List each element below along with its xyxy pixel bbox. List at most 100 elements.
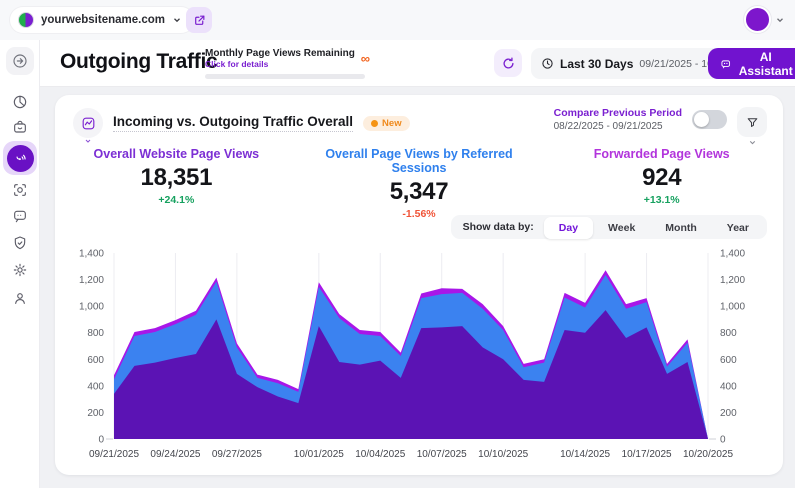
sidebar <box>0 40 40 488</box>
svg-text:1,000: 1,000 <box>79 302 104 313</box>
sidebar-item-outgoing-traffic[interactable] <box>3 141 37 175</box>
svg-text:1,400: 1,400 <box>720 249 745 260</box>
svg-text:800: 800 <box>87 328 104 339</box>
topbar: yourwebsitename.com <box>0 0 795 40</box>
sidebar-expand-icon <box>12 53 28 69</box>
svg-text:10/01/2025: 10/01/2025 <box>294 449 344 460</box>
open-external-icon <box>193 14 206 27</box>
quota-details-link[interactable]: Click for details <box>205 59 370 69</box>
svg-text:09/24/2025: 09/24/2025 <box>150 449 200 460</box>
page-title: Outgoing Traffic <box>60 50 217 74</box>
infinity-icon: ∞ <box>361 52 370 65</box>
website-name: yourwebsitename.com <box>41 14 165 26</box>
stat-delta: +13.1% <box>540 194 783 206</box>
sidebar-item-chat[interactable] <box>6 202 34 230</box>
range-label: Last 30 Days <box>560 57 633 71</box>
svg-text:800: 800 <box>720 328 737 339</box>
filter-control <box>737 107 767 147</box>
new-badge-label: New <box>382 118 402 129</box>
sidebar-item-scan[interactable] <box>6 176 34 204</box>
activity-chart-icon[interactable] <box>73 108 103 138</box>
stat-overall-page-views: Overall Website Page Views 18,351 +24.1% <box>55 147 298 220</box>
quota-widget: Monthly Page Views Remaining Click for d… <box>205 48 370 79</box>
svg-text:09/27/2025: 09/27/2025 <box>212 449 262 460</box>
svg-text:200: 200 <box>720 408 737 419</box>
ai-assistant-label: AI Assistant <box>737 50 794 78</box>
svg-text:10/20/2025: 10/20/2025 <box>683 449 733 460</box>
toggle-knob <box>694 112 709 127</box>
open-external-button[interactable] <box>186 7 212 33</box>
sidebar-item-analytics[interactable] <box>6 88 34 116</box>
svg-text:0: 0 <box>98 435 104 446</box>
filter-funnel-icon <box>746 116 759 129</box>
stat-label: Overall Website Page Views <box>55 147 298 161</box>
sidebar-toggle-button[interactable] <box>6 47 34 75</box>
svg-text:400: 400 <box>720 381 737 392</box>
svg-text:10/10/2025: 10/10/2025 <box>478 449 528 460</box>
refresh-icon <box>501 56 516 71</box>
refresh-button[interactable] <box>494 49 522 77</box>
svg-text:0: 0 <box>720 435 726 446</box>
svg-text:1,200: 1,200 <box>79 275 104 286</box>
segment-week[interactable]: Week <box>593 217 650 239</box>
clock-icon <box>541 57 554 70</box>
content-area: Incoming vs. Outgoing Traffic Overall Ne… <box>40 87 795 488</box>
chevron-down-icon[interactable] <box>775 15 785 25</box>
outgoing-traffic-broadcast-icon <box>7 145 34 172</box>
svg-text:1,400: 1,400 <box>79 249 104 260</box>
sidebar-item-settings[interactable] <box>6 256 34 284</box>
compare-toggle[interactable] <box>692 110 727 129</box>
filter-button[interactable] <box>737 107 767 137</box>
quota-title: Monthly Page Views Remaining <box>205 48 370 59</box>
traffic-overview-card: Incoming vs. Outgoing Traffic Overall Ne… <box>55 95 783 475</box>
sidebar-item-account[interactable] <box>6 284 34 312</box>
analytics-pie-icon <box>12 94 28 110</box>
stat-value: 924 <box>540 164 783 192</box>
svg-text:10/17/2025: 10/17/2025 <box>622 449 672 460</box>
svg-text:1,000: 1,000 <box>720 302 745 313</box>
website-selector[interactable]: yourwebsitename.com <box>10 7 194 33</box>
ai-chat-icon <box>720 57 731 71</box>
quota-progress-bar <box>205 74 365 79</box>
svg-text:600: 600 <box>720 355 737 366</box>
svg-text:600: 600 <box>87 355 104 366</box>
site-logo-icon <box>18 12 34 28</box>
traffic-area-chart: 002002004004006006008008001,0001,0001,20… <box>66 245 772 471</box>
stat-value: 18,351 <box>55 164 298 192</box>
new-badge-dot-icon <box>371 120 378 127</box>
show-data-by-label: Show data by: <box>454 221 544 233</box>
show-data-by-control: Show data by: DayWeekMonthYear <box>451 215 767 239</box>
chat-bubble-icon <box>12 208 28 224</box>
segment-day[interactable]: Day <box>544 217 593 239</box>
account-person-icon <box>12 290 28 306</box>
stat-forwarded-page-views: Forwarded Page Views 924 +13.1% <box>540 147 783 220</box>
chevron-down-icon <box>172 15 182 25</box>
segment-year[interactable]: Year <box>712 217 764 239</box>
user-menu <box>744 6 785 33</box>
svg-text:09/21/2025: 09/21/2025 <box>89 449 139 460</box>
segment-month[interactable]: Month <box>650 217 712 239</box>
svg-text:10/14/2025: 10/14/2025 <box>560 449 610 460</box>
chevron-down-icon[interactable] <box>748 138 757 147</box>
chart-container: 002002004004006006008008001,0001,0001,20… <box>66 245 772 476</box>
card-title: Incoming vs. Outgoing Traffic Overall <box>113 114 353 132</box>
stat-label: Overall Page Views by Referred Sessions <box>298 147 541 175</box>
stat-delta: +24.1% <box>55 194 298 206</box>
avatar[interactable] <box>744 6 771 33</box>
scan-target-icon <box>12 182 28 198</box>
granularity-segments: DayWeekMonthYear <box>544 218 764 236</box>
stat-referred-sessions: Overall Page Views by Referred Sessions … <box>298 147 541 220</box>
settings-gear-icon <box>12 262 28 278</box>
svg-text:1,200: 1,200 <box>720 275 745 286</box>
page-header: Outgoing Traffic Monthly Page Views Rema… <box>40 40 795 87</box>
stat-value: 5,347 <box>298 178 541 206</box>
ai-assistant-button[interactable]: AI Assistant <box>708 48 795 79</box>
chevron-down-icon <box>84 137 92 145</box>
compare-label: Compare Previous Period <box>554 107 682 119</box>
card-header: Incoming vs. Outgoing Traffic Overall Ne… <box>73 108 410 138</box>
svg-text:10/04/2025: 10/04/2025 <box>355 449 405 460</box>
sidebar-item-inbox[interactable] <box>6 113 34 141</box>
sidebar-item-security[interactable] <box>6 229 34 257</box>
svg-text:400: 400 <box>87 381 104 392</box>
inbox-bag-icon <box>12 119 28 135</box>
